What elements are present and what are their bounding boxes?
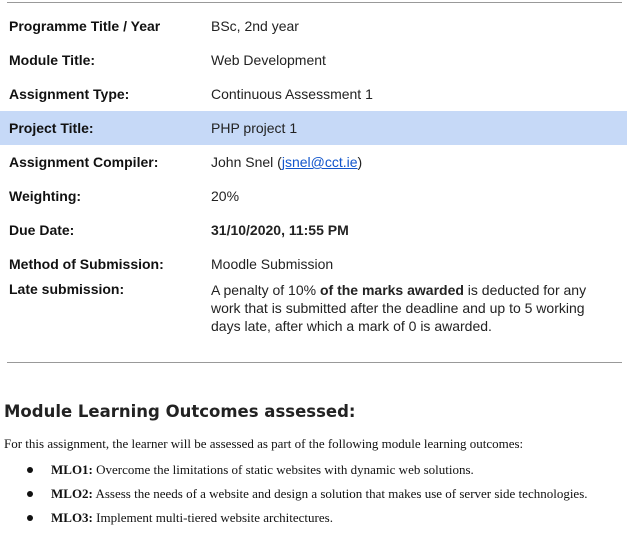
row-weighting: Weighting: 20% [0,179,627,213]
outcome-code: MLO1: [51,462,93,477]
assignment-type-value: Continuous Assessment 1 [211,86,373,102]
weighting-label: Weighting: [9,188,82,204]
late-submission-label: Late submission: [9,281,125,297]
row-project-title: Project Title: PHP project 1 [0,111,627,145]
bullet-icon [27,467,33,473]
compiler-name: John Snel [211,154,274,170]
outcome-text: Implement multi-tiered website architect… [96,510,333,525]
due-date-label: Due Date: [9,222,75,238]
list-item: MLO3: Implement multi-tiered website arc… [0,506,610,530]
module-title-label: Module Title: [9,52,96,68]
assignment-type-label: Assignment Type: [9,86,130,102]
assignment-compiler-label: Assignment Compiler: [9,154,159,170]
row-assignment-compiler: Assignment Compiler: John Snel (jsnel@cc… [0,145,627,179]
row-programme-title: Programme Title / Year BSc, 2nd year [0,9,627,43]
row-method-of-submission: Method of Submission: Moodle Submission [0,247,627,281]
list-item: MLO2: Assess the needs of a website and … [0,482,610,506]
module-title-value: Web Development [211,52,326,68]
method-of-submission-value: Moodle Submission [211,256,334,272]
late-submission-value: A penalty of 10% of the marks awarded is… [211,281,615,335]
outcome-code: MLO3: [51,510,93,525]
row-assignment-type: Assignment Type: Continuous Assessment 1 [0,77,627,111]
project-title-value: PHP project 1 [211,120,298,136]
method-of-submission-label: Method of Submission: [9,256,164,272]
learning-outcomes-list: MLO1: Overcome the limitations of static… [0,458,610,530]
outcome-code: MLO2: [51,486,93,501]
late-text-bold: of the marks awarded [319,282,464,298]
bullet-icon [27,491,33,497]
outcome-text: Assess the needs of a website and design… [95,486,588,501]
weighting-value: 20% [211,188,240,204]
assignment-compiler-value: John Snel (jsnel@cct.ie) [211,154,363,170]
list-item: MLO1: Overcome the limitations of static… [0,458,610,482]
late-text-pre: A penalty of 10% [211,282,320,298]
bottom-divider [7,362,622,363]
compiler-email-link[interactable]: jsnel@cct.ie [282,154,358,170]
bullet-icon [27,515,33,521]
project-title-label: Project Title: [9,120,94,136]
row-due-date: Due Date: 31/10/2020, 11:55 PM [0,213,627,247]
programme-title-value: BSc, 2nd year [211,18,299,34]
row-late-submission: Late submission: A penalty of 10% of the… [0,281,627,338]
due-date-value: 31/10/2020, 11:55 PM [211,222,349,238]
outcome-text: Overcome the limitations of static websi… [96,462,474,477]
learning-outcomes-intro: For this assignment, the learner will be… [4,436,524,451]
programme-title-label: Programme Title / Year [9,18,161,34]
assignment-info-table: Programme Title / Year BSc, 2nd year Mod… [0,9,627,338]
top-divider [7,2,622,3]
row-module-title: Module Title: Web Development [0,43,627,77]
learning-outcomes-heading: Module Learning Outcomes assessed: [4,402,356,421]
